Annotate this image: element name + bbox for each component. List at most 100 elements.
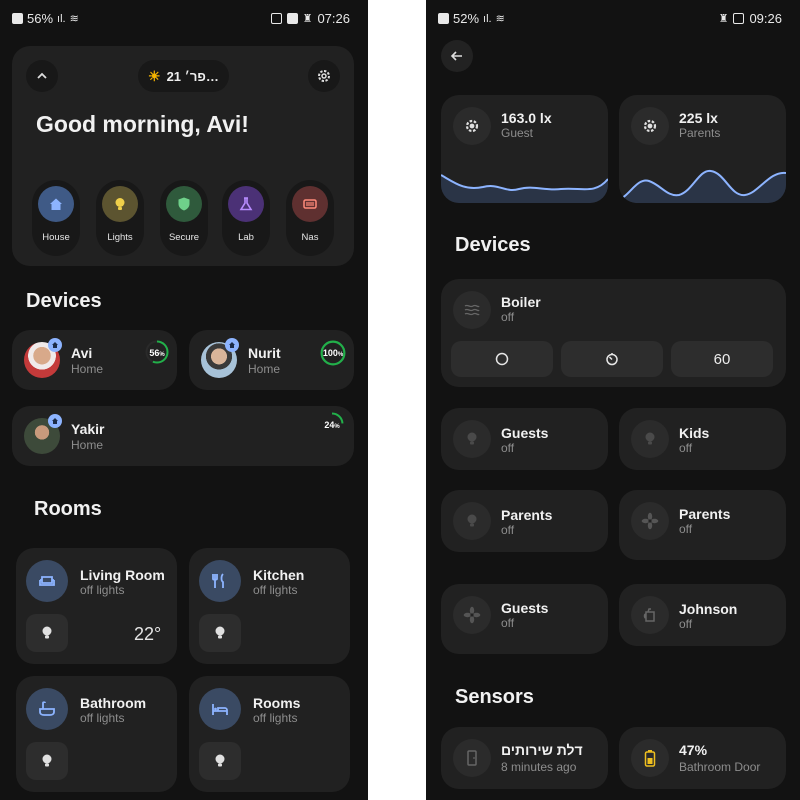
header-card: ☀ פר׳ 21… Good morning, Avi! House Light… [12, 46, 354, 266]
sensor-name: 47% [679, 742, 708, 758]
wifi-icon: ≋ [495, 12, 505, 25]
battery-level: 56% [27, 11, 54, 26]
home-badge-icon [48, 414, 62, 428]
signal-icon: ıl. [57, 12, 66, 25]
status-bar: 52% ıl. ≋ ♜ 09:26 [426, 0, 800, 36]
brightness-icon [631, 107, 669, 145]
timer-icon [606, 353, 618, 366]
back-button[interactable] [441, 40, 473, 72]
device-card-parents-fan[interactable]: Parents off [619, 490, 786, 560]
boiler-card[interactable]: Boiler off 60 [441, 279, 786, 387]
lux-label: Guest [501, 126, 534, 140]
notification-icon: ♜ [302, 12, 313, 25]
quick-action-label: Secure [168, 232, 200, 243]
wifi-icon: ≋ [69, 12, 79, 25]
bulb-icon [42, 626, 52, 639]
lights-toggle-button[interactable] [26, 614, 68, 652]
device-card-guests-light[interactable]: Guests off [441, 408, 608, 470]
bulb-icon [42, 754, 52, 767]
quick-action-label: Nas [301, 232, 319, 243]
sensor-card-battery[interactable]: 47% Bathroom Door [619, 727, 786, 789]
lights-toggle-button[interactable] [199, 742, 241, 780]
fan-icon [453, 596, 491, 634]
lux-sparkline [441, 174, 608, 203]
bulb-icon [215, 626, 225, 639]
person-card-yakir[interactable]: Yakir Home 24% [12, 406, 354, 466]
timer-value-button[interactable]: 60 [671, 341, 773, 377]
device-name: Parents [679, 506, 731, 522]
clock: 07:26 [317, 11, 350, 26]
kettle-icon [631, 596, 669, 634]
youtube-icon [286, 13, 298, 24]
battery-percent: 100% [321, 348, 345, 358]
chevron-up-icon [37, 72, 47, 79]
lux-label: Parents [679, 126, 721, 140]
home-badge-icon [48, 338, 62, 352]
fork-knife-icon [199, 560, 241, 602]
battery-value: 56 [149, 348, 160, 358]
device-name: Guests [501, 425, 549, 441]
lights-toggle-button[interactable] [26, 742, 68, 780]
brightness-icon [453, 107, 491, 145]
device-name: Kids [679, 425, 710, 441]
sensor-status: 8 minutes ago [501, 760, 577, 774]
device-card-johnson[interactable]: Johnson off [619, 584, 786, 646]
gear-icon [318, 70, 330, 82]
quick-action-house[interactable]: House [32, 180, 80, 256]
room-status: off lights [253, 583, 298, 597]
flask-icon [228, 186, 264, 222]
heater-icon [453, 291, 491, 329]
battery-icon [631, 739, 669, 777]
bulb-icon [102, 186, 138, 222]
room-temperature: 22° [134, 624, 162, 644]
lux-value: 163.0 lx [501, 110, 552, 126]
room-card-bathroom[interactable]: Bathroom off lights [16, 676, 177, 792]
weather-text: פר׳ 21… [166, 68, 219, 84]
quick-action-lights[interactable]: Lights [96, 180, 144, 256]
quick-action-secure[interactable]: Secure [160, 180, 208, 256]
battery-icon [12, 13, 23, 24]
bulb-icon [215, 754, 225, 767]
lux-card-parents[interactable]: 225 lx Parents [619, 95, 786, 203]
device-card-guests-fan[interactable]: Guests off [441, 584, 608, 654]
person-card-nurit[interactable]: Nurit Home 100% [189, 330, 354, 390]
room-card-kitchen[interactable]: Kitchen off lights [189, 548, 350, 664]
rooms-heading: Rooms [34, 498, 102, 520]
clock: 09:26 [749, 11, 782, 26]
battery-unit: % [159, 352, 165, 358]
person-card-avi[interactable]: Avi Home 56% [12, 330, 177, 390]
weather-chip[interactable]: ☀ פר׳ 21… [138, 60, 229, 92]
battery-unit: % [337, 352, 344, 358]
settings-button[interactable] [308, 60, 340, 92]
device-status: off [679, 522, 693, 536]
device-card-parents-light[interactable]: Parents off [441, 490, 608, 552]
lights-toggle-button[interactable] [199, 614, 241, 652]
circle-icon [495, 352, 509, 366]
person-name: Yakir [71, 421, 105, 437]
room-status: off lights [80, 711, 125, 725]
sensor-card-door[interactable]: דלת שירותים 8 minutes ago [441, 727, 608, 789]
device-name: Guests [501, 600, 549, 616]
battery-percent: 24% [320, 420, 344, 430]
room-name: Rooms [253, 695, 301, 711]
device-status: off [679, 617, 693, 631]
room-card-living-room[interactable]: Living Room off lights 22° [16, 548, 177, 664]
device-status: off [501, 310, 515, 324]
quick-action-label: Lab [238, 232, 254, 243]
timer-button[interactable] [561, 341, 663, 377]
collapse-button[interactable] [26, 60, 58, 92]
quick-action-label: House [42, 232, 70, 243]
bulb-icon [453, 420, 491, 458]
room-card-rooms[interactable]: Rooms off lights [189, 676, 350, 792]
phone-screen-right: 52% ıl. ≋ ♜ 09:26 163.0 lx Guest 225 lx … [426, 0, 800, 800]
device-card-kids-light[interactable]: Kids off [619, 408, 786, 470]
power-button[interactable] [451, 341, 553, 377]
lux-card-guest[interactable]: 163.0 lx Guest [441, 95, 608, 203]
device-name: Boiler [501, 294, 541, 310]
quick-action-lab[interactable]: Lab [222, 180, 270, 256]
arrow-left-icon [450, 51, 462, 61]
sofa-icon [26, 560, 68, 602]
quick-action-nas[interactable]: Nas [286, 180, 334, 256]
room-name: Bathroom [80, 695, 147, 711]
person-name: Avi [71, 345, 93, 361]
